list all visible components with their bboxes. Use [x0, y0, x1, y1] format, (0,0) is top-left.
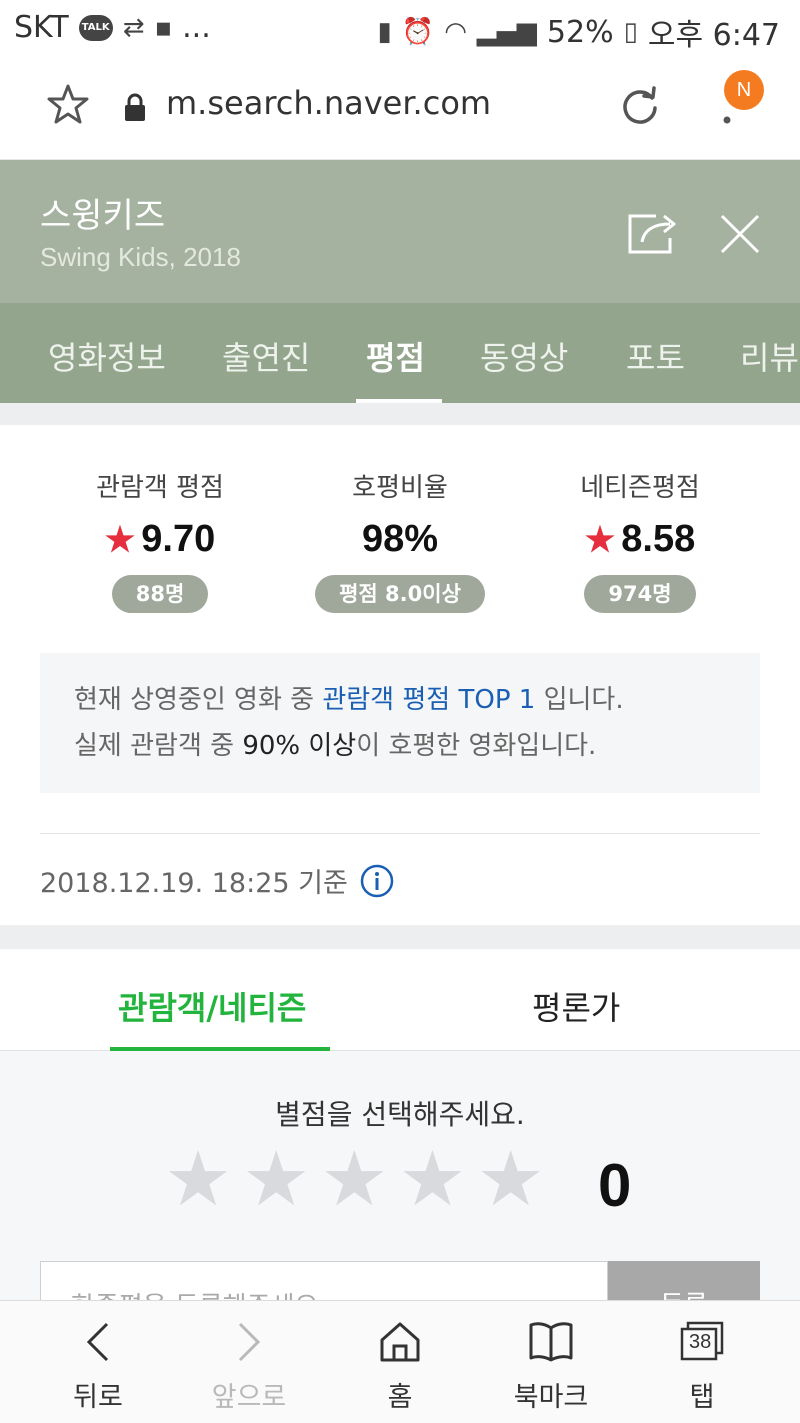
star-3-icon[interactable]: ★	[320, 1139, 388, 1219]
section-gap	[0, 925, 800, 949]
red-star-icon: ★	[104, 520, 136, 559]
star-prompt: 별점을 선택해주세요.	[275, 1098, 525, 1131]
audience-count-badge: 88명	[111, 575, 209, 613]
home-label: 홈	[387, 1382, 413, 1413]
tab-ratings[interactable]: 평점	[366, 333, 425, 379]
netizen-count-badge: 974명	[584, 575, 696, 613]
audience-rating-value: 9.70	[141, 518, 216, 560]
tab-count: 38	[689, 1331, 712, 1353]
favorable-note-badge: 평점 8.0이상	[315, 575, 485, 613]
red-star-icon: ★	[584, 520, 616, 559]
lock-icon	[125, 93, 145, 121]
audience-rating: 관람객 평점 ★ 9.70 88명	[30, 467, 290, 613]
kakaotalk-icon: TALK	[78, 14, 113, 41]
close-icon[interactable]	[718, 212, 762, 256]
top-rank-link[interactable]: 관람객 평점 TOP 1	[322, 685, 535, 715]
star-4-icon[interactable]: ★	[398, 1139, 466, 1219]
forward-label: 앞으로	[211, 1382, 287, 1413]
favorable-ratio-value-row: 98%	[270, 518, 530, 561]
star-5-icon[interactable]: ★	[477, 1139, 545, 1219]
forward-button[interactable]: 앞으로	[189, 1319, 309, 1414]
browser-bottom-bar: 뒤로 앞으로 홈 북마크 38 탭	[0, 1300, 800, 1423]
bookmark-star-icon[interactable]	[46, 82, 90, 126]
info-text: 이 호평한 영화입니다.	[356, 731, 597, 761]
message-icon: ▪	[154, 12, 173, 43]
rating-summary: 관람객 평점 ★ 9.70 88명 호평비율 98% 평점 8.0이상 네티즌평…	[0, 425, 800, 925]
info-text: 실제 관람객 중	[74, 731, 243, 761]
info-highlight: 90% 이상	[242, 731, 357, 761]
tab-critics[interactable]: 평론가	[532, 983, 620, 1029]
home-button[interactable]: 홈	[340, 1319, 460, 1414]
info-text: 현재 상영중인 영화 중	[74, 685, 323, 715]
selected-score: 0	[598, 1152, 632, 1219]
section-gap	[0, 403, 800, 425]
clock: 오후 6:47	[647, 18, 780, 53]
notification-badge[interactable]: N	[724, 70, 764, 110]
info-line-1: 현재 상영중인 영화 중 관람객 평점 TOP 1 입니다.	[74, 677, 726, 723]
bookmarks-button[interactable]: 북마크	[491, 1319, 611, 1414]
netizen-rating-label: 네티즌평점	[580, 473, 700, 503]
forward-arrow-icon	[238, 1322, 261, 1362]
movie-tab-nav: 영화정보 출연진 평점 동영상 포토 리뷰	[0, 303, 800, 403]
share-icon[interactable]	[626, 210, 682, 256]
carrier-label: SKT	[14, 10, 69, 45]
divider	[40, 833, 760, 834]
favorable-ratio-label: 호평비율	[352, 473, 448, 503]
tabs-label: 탭	[689, 1382, 715, 1413]
tab-audience-netizen[interactable]: 관람객/네티즌	[118, 983, 306, 1029]
more-notifications: ...	[182, 10, 211, 45]
status-bar: SKT TALK ⇄ ▪ ... ▮ ⏰ ◠ ▂▄▆ 52% ▯ 오후 6:47	[0, 0, 800, 58]
tab-reviews[interactable]: 리뷰	[740, 333, 799, 379]
audience-rating-value-row: ★ 9.70	[30, 518, 290, 561]
netizen-rating-value: 8.58	[621, 518, 696, 560]
home-icon	[380, 1322, 420, 1362]
signal-icon: ▂▄▆	[476, 17, 537, 47]
back-arrow-icon	[86, 1322, 109, 1362]
movie-title: 스윙키즈	[40, 196, 166, 236]
rating-timestamp: 2018.12.19. 18:25 기준	[40, 861, 394, 900]
netizen-rating-value-row: ★ 8.58	[510, 518, 770, 561]
book-icon	[529, 1322, 573, 1362]
alarm-icon: ⏰	[401, 17, 435, 47]
timestamp-text: 2018.12.19. 18:25 기준	[40, 868, 348, 899]
back-button[interactable]: 뒤로	[38, 1319, 158, 1414]
tab-cast[interactable]: 출연진	[222, 333, 310, 379]
netizen-rating: 네티즌평점 ★ 8.58 974명	[510, 467, 770, 613]
movie-subtitle: Swing Kids, 2018	[40, 242, 241, 272]
stars-row: ★ ★ ★ ★ ★	[164, 1139, 545, 1219]
tab-movie-info[interactable]: 영화정보	[48, 333, 166, 379]
bookmarks-label: 북마크	[513, 1382, 589, 1413]
browser-address-bar: m.search.naver.com N	[0, 58, 800, 160]
reload-icon[interactable]	[618, 84, 662, 128]
star-rating-picker: 별점을 선택해주세요. ★ ★ ★ ★ ★ 0 한줄평을 등록해주세요. 등록	[0, 1051, 800, 1322]
battery-icon: ▯	[623, 17, 638, 47]
tabs-button[interactable]: 38 탭	[642, 1319, 762, 1414]
review-tabs: 관람객/네티즌 평론가	[0, 949, 800, 1051]
star-2-icon[interactable]: ★	[242, 1139, 310, 1219]
tab-videos[interactable]: 동영상	[480, 333, 568, 379]
sync-icon: ⇄	[122, 12, 145, 43]
favorable-ratio: 호평비율 98% 평점 8.0이상	[270, 467, 530, 613]
ranking-info-box: 현재 상영중인 영화 중 관람객 평점 TOP 1 입니다. 실제 관람객 중 …	[40, 653, 760, 793]
back-label: 뒤로	[73, 1382, 123, 1413]
battery-saver-icon: ▮	[377, 17, 392, 47]
info-text: 입니다.	[535, 685, 624, 715]
url-field[interactable]: m.search.naver.com	[166, 84, 491, 122]
wifi-icon: ◠	[444, 17, 467, 47]
audience-rating-label: 관람객 평점	[96, 473, 224, 503]
star-1-icon[interactable]: ★	[164, 1139, 232, 1219]
movie-header: 스윙키즈 Swing Kids, 2018	[0, 160, 800, 303]
tab-photos[interactable]: 포토	[626, 333, 685, 379]
info-line-2: 실제 관람객 중 90% 이상이 호평한 영화입니다.	[74, 723, 726, 769]
info-icon[interactable]	[360, 864, 394, 898]
battery-percent: 52%	[546, 14, 614, 50]
favorable-ratio-value: 98%	[361, 518, 439, 560]
